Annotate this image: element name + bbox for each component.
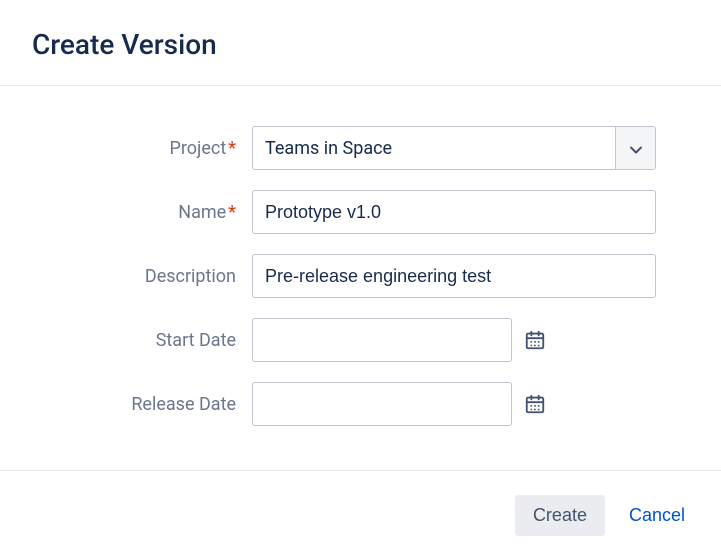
- name-row: Name*: [32, 190, 689, 234]
- project-select[interactable]: Teams in Space: [252, 126, 656, 170]
- name-input[interactable]: [252, 190, 656, 234]
- description-input[interactable]: [252, 254, 656, 298]
- project-select-toggle[interactable]: [615, 127, 655, 169]
- create-version-dialog: Create Version Project* Teams in Space: [0, 0, 721, 560]
- description-row: Description: [32, 254, 689, 298]
- project-label: Project*: [32, 138, 252, 159]
- chevron-down-icon: [630, 139, 642, 158]
- release-date-label: Release Date: [32, 394, 252, 415]
- start-date-row: Start Date: [32, 318, 689, 362]
- start-date-calendar-icon[interactable]: [524, 329, 546, 351]
- release-date-row: Release Date: [32, 382, 689, 426]
- start-date-input[interactable]: [252, 318, 512, 362]
- required-marker: *: [228, 202, 236, 223]
- create-button[interactable]: Create: [515, 495, 605, 536]
- name-label: Name*: [32, 202, 252, 223]
- form-body: Project* Teams in Space Name*: [0, 86, 721, 470]
- project-select-value: Teams in Space: [253, 127, 615, 169]
- dialog-header: Create Version: [0, 0, 721, 86]
- required-marker: *: [228, 138, 236, 159]
- dialog-title: Create Version: [32, 28, 689, 61]
- release-date-calendar-icon[interactable]: [524, 393, 546, 415]
- dialog-footer: Create Cancel: [0, 470, 721, 560]
- description-label: Description: [32, 266, 252, 287]
- cancel-button[interactable]: Cancel: [625, 495, 689, 536]
- project-row: Project* Teams in Space: [32, 126, 689, 170]
- start-date-label: Start Date: [32, 330, 252, 351]
- release-date-input[interactable]: [252, 382, 512, 426]
